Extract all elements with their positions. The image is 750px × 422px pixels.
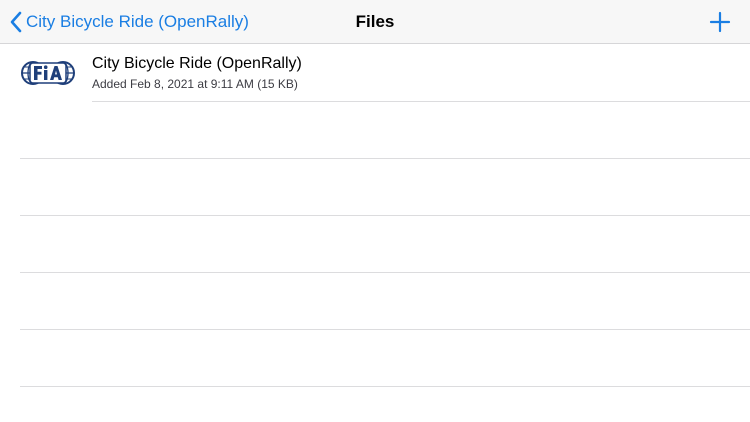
back-button[interactable]: City Bicycle Ride (OpenRally) xyxy=(10,0,249,44)
file-list: City Bicycle Ride (OpenRally) Added Feb … xyxy=(0,44,750,422)
row-separator xyxy=(20,386,750,387)
row-separator xyxy=(20,272,750,273)
row-separator xyxy=(92,101,750,102)
back-button-label: City Bicycle Ride (OpenRally) xyxy=(26,12,249,31)
add-file-button[interactable] xyxy=(708,10,732,34)
fia-logo-icon xyxy=(20,53,76,93)
row-separator xyxy=(20,215,750,216)
file-meta: Added Feb 8, 2021 at 9:11 AM (15 KB) xyxy=(92,77,298,91)
file-row[interactable]: City Bicycle Ride (OpenRally) Added Feb … xyxy=(0,44,750,101)
files-screen: City Bicycle Ride (OpenRally) Files City… xyxy=(0,0,750,422)
row-separator xyxy=(20,329,750,330)
file-name: City Bicycle Ride (OpenRally) xyxy=(92,55,302,72)
chevron-left-icon xyxy=(10,11,22,33)
row-separator xyxy=(20,158,750,159)
plus-icon xyxy=(709,11,731,33)
navigation-bar: City Bicycle Ride (OpenRally) Files xyxy=(0,0,750,44)
